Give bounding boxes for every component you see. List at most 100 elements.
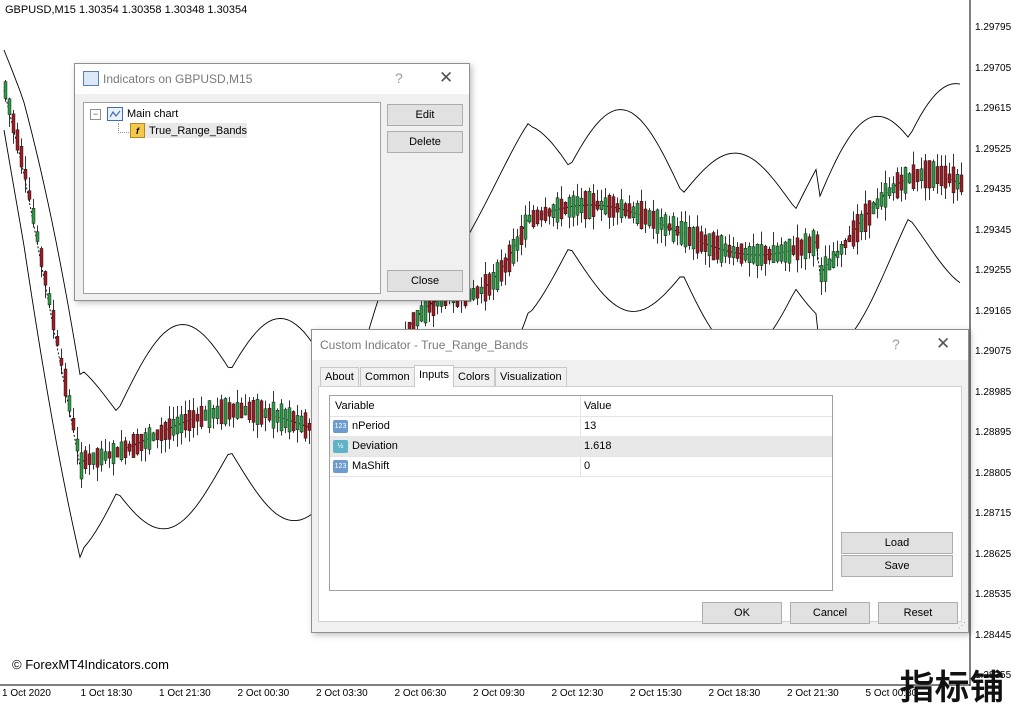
candle-body [611,196,616,218]
candle-body [191,410,196,428]
price-axis-label: 1.28715 [975,508,1012,519]
help-button[interactable]: ? [395,70,403,86]
custom-dialog-body: About Common Inputs Colors Visualization… [312,360,968,632]
resize-grip-icon[interactable]: ⋰ [958,621,966,630]
candle-body [619,199,624,219]
close-icon[interactable]: ✕ [439,68,453,88]
tab-about[interactable]: About [320,367,359,386]
candle-body [567,196,572,218]
candle-body [631,206,636,218]
tab-visualization[interactable]: Visualization [495,367,567,386]
candle-body [863,203,868,232]
help-button[interactable]: ? [892,336,900,352]
candle-body [779,244,784,262]
candle-body [899,174,904,191]
candle-body [223,398,228,425]
candle-body [603,197,608,215]
reset-button[interactable]: Reset [878,602,958,624]
candle-body [475,286,480,299]
candle-body [927,160,932,189]
tab-colors[interactable]: Colors [453,367,495,386]
candle-body [239,402,244,419]
close-icon[interactable]: ✕ [936,334,950,354]
candle-body [515,236,520,251]
candle-body [267,407,272,421]
ok-button[interactable]: OK [702,602,782,624]
table-row[interactable]: 123 nPeriod 13 [330,416,832,437]
candle-body [687,226,692,246]
tree-item-main-chart[interactable]: − Main chart [90,107,178,121]
cancel-button[interactable]: Cancel [790,602,870,624]
tab-inputs[interactable]: Inputs [414,365,454,387]
variable-name: Deviation [352,440,398,452]
time-axis-label: 2 Oct 12:30 [551,688,604,699]
candle-body [275,409,280,423]
time-axis-label: 2 Oct 03:30 [316,688,368,699]
candle-body [871,202,876,215]
candle-body [647,210,652,227]
candle-body [771,245,776,263]
candle-body [495,262,500,291]
candle-body [259,400,264,425]
candle-body [471,288,476,300]
candle-body [107,451,112,459]
candle-body [807,236,812,254]
candle-body [787,238,792,264]
delete-button[interactable]: Delete [387,131,463,153]
candle-body [7,98,12,115]
candle-body [523,214,528,240]
time-axis-label: 2 Oct 00:30 [237,688,290,699]
table-row[interactable]: 123 MaShift 0 [330,456,832,477]
integer-type-icon: 123 [333,459,348,473]
candle-body [763,245,768,264]
candle-body [795,237,800,261]
candle-body [295,415,300,430]
candle-body [903,167,908,194]
table-row[interactable]: ½ Deviation 1.618 [330,436,832,457]
indicators-dialog-title-bar[interactable]: Indicators on GBPUSD,M15 ? ✕ [75,64,469,94]
tab-common[interactable]: Common [360,367,415,386]
candle-body [531,210,536,227]
candle-body [127,443,132,452]
candle-body [555,197,560,223]
candle-body [283,409,288,428]
candle-body [15,129,20,151]
dialog-app-icon [83,71,99,86]
watermark-logo: 指标铺 [900,668,1005,708]
candle-body [43,271,48,286]
price-axis-label: 1.28985 [975,386,1012,398]
save-button[interactable]: Save [841,555,953,577]
candle-body [415,309,420,327]
candle-body [303,412,308,439]
candle-body [99,448,104,466]
load-button[interactable]: Load [841,532,953,554]
variable-value[interactable]: 13 [582,416,596,436]
time-axis-label: 2 Oct 06:30 [394,688,447,699]
candle-body [623,203,628,217]
variable-value[interactable]: 1.618 [582,436,612,456]
time-axis-label: 1 Oct 2020 [2,688,51,699]
candle-body [35,231,40,242]
time-axis-label: 2 Oct 18:30 [708,688,761,699]
candle-body [855,214,860,243]
price-axis-label: 1.28535 [975,589,1012,600]
tree-item-true-range-bands[interactable]: f True_Range_Bands [130,123,248,138]
close-button[interactable]: Close [387,270,463,292]
candle-body [255,398,260,425]
candle-body [607,195,612,218]
candle-body [759,244,764,266]
candle-body [595,200,600,210]
column-header-value[interactable]: Value [582,396,611,416]
edit-button[interactable]: Edit [387,104,463,126]
custom-dialog-title-bar[interactable]: Custom Indicator - True_Range_Bands ? ✕ [312,330,968,360]
variable-value[interactable]: 0 [582,456,590,476]
candle-body [195,413,200,422]
candle-body [679,221,684,245]
candle-body [955,173,960,190]
column-header-variable[interactable]: Variable [330,396,581,416]
candle-body [243,406,248,416]
collapse-icon[interactable]: − [90,108,101,120]
candle-body [31,208,36,224]
candle-body [215,405,220,419]
chart-window-icon [107,107,123,121]
